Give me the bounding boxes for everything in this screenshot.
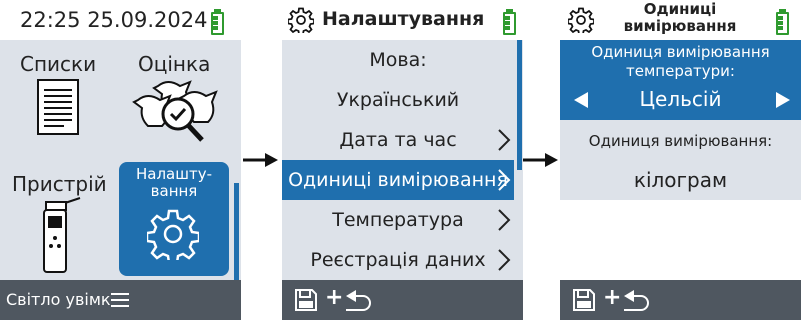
scrollbar[interactable] bbox=[234, 183, 239, 280]
list-item-label: Температура bbox=[332, 209, 464, 231]
page-title-line1: Одиниці bbox=[643, 0, 717, 18]
tile-device[interactable]: Пристрій bbox=[0, 160, 118, 280]
light-status: Світло увімк bbox=[6, 290, 111, 309]
scrollbar[interactable] bbox=[517, 40, 522, 170]
return-icon[interactable] bbox=[622, 288, 652, 312]
units-screen: Одиниці вимірювання Одиниця вимірювання … bbox=[560, 0, 801, 320]
list-item-label: Дата та час bbox=[339, 129, 457, 151]
settings-screen: Налаштування Мова: Український Дата та ч… bbox=[282, 0, 523, 320]
save-icon[interactable] bbox=[294, 288, 318, 312]
battery-icon bbox=[776, 9, 789, 35]
chevron-right-icon bbox=[498, 209, 511, 231]
list-item-label: Український bbox=[336, 89, 460, 111]
empty-area bbox=[560, 200, 801, 280]
page-title: Налаштування bbox=[322, 8, 485, 30]
footer-bar: Світло увімк bbox=[0, 280, 241, 320]
datetime: 22:25 25.09.2024 bbox=[20, 8, 208, 32]
tile-settings[interactable]: Налашту- вання bbox=[119, 162, 229, 276]
temperature-unit-value: Цельсій bbox=[639, 87, 722, 111]
tile-lists[interactable]: Списки bbox=[0, 40, 118, 160]
temperature-unit-label: Одиниця вимірювання температури: bbox=[560, 43, 801, 81]
return-icon[interactable] bbox=[344, 288, 374, 312]
temperature-unit-label-line1: Одиниця вимірювання bbox=[591, 43, 770, 61]
cows-magnifier-icon bbox=[132, 80, 218, 142]
arrow-right-icon[interactable] bbox=[774, 92, 790, 108]
page-title: Одиниці вимірювання bbox=[600, 1, 760, 35]
save-icon[interactable] bbox=[572, 288, 596, 312]
list-item-language-value[interactable]: Український bbox=[282, 80, 514, 120]
weight-unit-value[interactable]: кілограм bbox=[560, 168, 801, 192]
main-menu-screen: 22:25 25.09.2024 Списки Оцінка Пристрій … bbox=[0, 0, 241, 320]
battery-icon bbox=[211, 9, 224, 35]
gear-icon bbox=[288, 7, 314, 33]
list-item-temperature[interactable]: Температура bbox=[282, 200, 514, 240]
menu-icon[interactable] bbox=[110, 291, 130, 309]
tile-settings-label: Налашту- вання bbox=[119, 166, 229, 200]
tile-settings-label-line2: вання bbox=[150, 182, 198, 200]
weight-unit-label: Одиниця вимірювання: bbox=[588, 132, 773, 150]
list-item-label: Реєстрація даних bbox=[310, 249, 486, 271]
settings-list: Мова: Український Дата та час Одиниці ви… bbox=[282, 40, 523, 280]
gear-icon bbox=[147, 209, 199, 260]
tile-device-label: Пристрій bbox=[12, 172, 107, 196]
tile-assessment[interactable]: Оцінка bbox=[118, 40, 241, 160]
list-item-language-label: Мова: bbox=[369, 49, 427, 71]
flow-arrow-icon bbox=[243, 153, 278, 167]
chevron-right-icon bbox=[498, 169, 511, 191]
plus-sign: + bbox=[325, 285, 344, 310]
handheld-device-icon bbox=[43, 197, 81, 273]
page-title-line2: вимірювання bbox=[623, 17, 737, 35]
temperature-unit-selector[interactable]: Одиниця вимірювання температури: Цельсій bbox=[560, 40, 801, 120]
tile-assessment-label: Оцінка bbox=[138, 52, 211, 76]
list-item-label: Одиниці вимірювання bbox=[288, 169, 508, 191]
flow-arrow-icon bbox=[523, 153, 558, 167]
settings-header: Налаштування bbox=[282, 0, 523, 40]
chevron-right-icon bbox=[498, 249, 511, 271]
tile-grid: Списки Оцінка Пристрій Налашту- вання bbox=[0, 40, 241, 280]
list-item-date-time[interactable]: Дата та час bbox=[282, 120, 514, 160]
units-header: Одиниці вимірювання bbox=[560, 0, 801, 40]
list-item-data-logging[interactable]: Реєстрація даних bbox=[282, 240, 514, 280]
units-settings: Одиниця вимірювання температури: Цельсій… bbox=[560, 40, 801, 280]
temperature-unit-label-line2: температури: bbox=[626, 62, 735, 80]
status-bar: 22:25 25.09.2024 bbox=[0, 0, 241, 40]
battery-icon bbox=[503, 9, 516, 35]
gear-icon bbox=[568, 7, 594, 33]
footer-bar: + bbox=[560, 280, 801, 320]
tile-lists-label: Списки bbox=[20, 52, 97, 76]
chevron-right-icon bbox=[498, 129, 511, 151]
tile-settings-label-line1: Налашту- bbox=[135, 165, 212, 183]
plus-sign: + bbox=[603, 285, 622, 310]
document-icon bbox=[37, 79, 79, 135]
list-item-units[interactable]: Одиниці вимірювання bbox=[282, 160, 514, 200]
footer-bar: + bbox=[282, 280, 523, 320]
